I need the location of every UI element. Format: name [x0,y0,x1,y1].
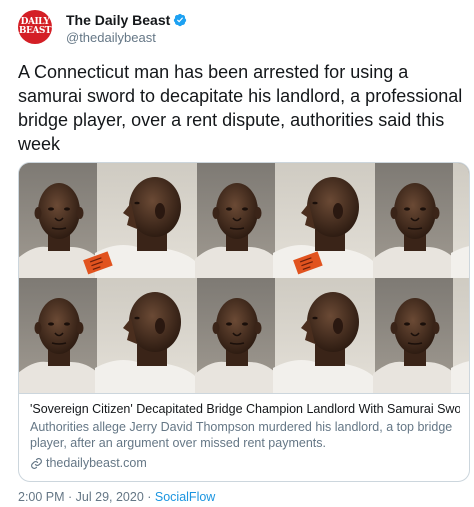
tweet-timestamp[interactable]: 2:00 PM · Jul 29, 2020 · [18,490,155,504]
mugshot-grid-image [19,163,469,393]
logo-text-line-2: BEAST [18,26,52,36]
card-text[interactable]: 'Sovereign Citizen' Decapitated Bridge C… [19,393,469,481]
display-name[interactable]: The Daily Beast [66,12,170,28]
tweet-source[interactable]: SocialFlow [155,490,215,504]
card-title: 'Sovereign Citizen' Decapitated Bridge C… [30,402,460,416]
card-link: thedailybeast.com [30,456,147,470]
verified-badge-icon [173,13,187,27]
name-row: The Daily Beast [66,12,187,28]
handle[interactable]: @thedailybeast [66,30,156,45]
avatar[interactable]: DAILY BEAST [18,10,52,44]
card-description: Authorities allege Jerry David Thompson … [30,420,453,450]
card-link-text: thedailybeast.com [46,456,147,470]
card-image[interactable] [19,163,469,393]
link-card[interactable]: 'Sovereign Citizen' Decapitated Bridge C… [18,162,470,482]
tweet-text: A Connecticut man has been arrested for … [18,62,463,154]
tweet-header: DAILY BEAST The Daily Beast @thedailybea… [18,8,458,48]
link-icon [31,457,42,469]
tweet-meta: 2:00 PM · Jul 29, 2020 · SocialFlow [18,490,215,504]
